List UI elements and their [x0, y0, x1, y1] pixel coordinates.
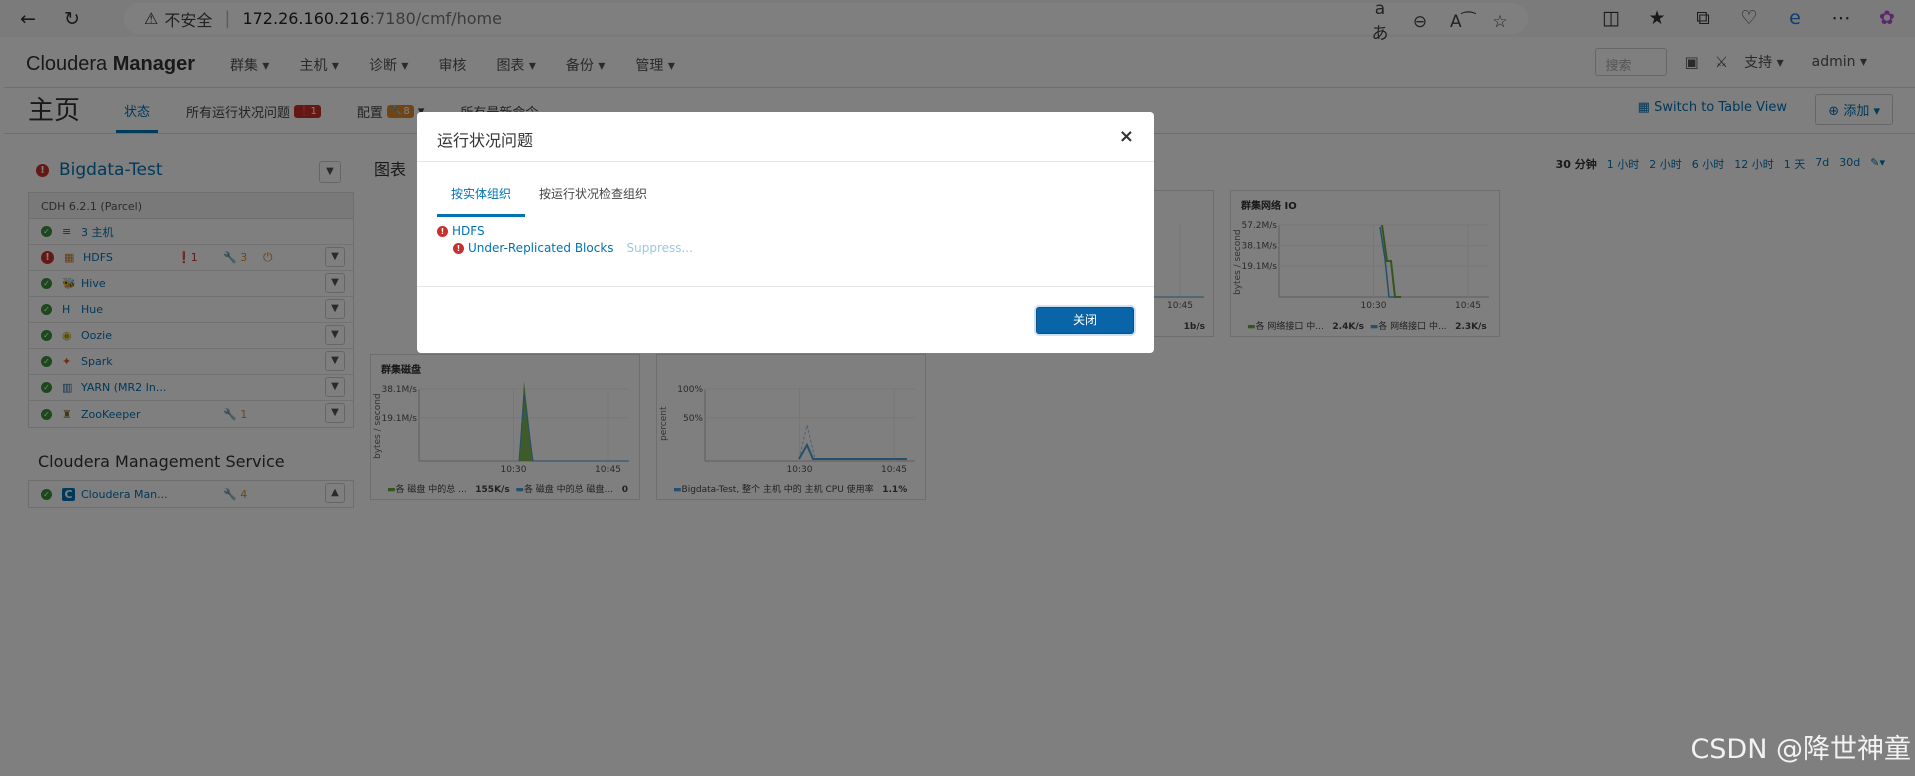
close-icon[interactable]: ×: [1119, 126, 1134, 147]
issue-row: ! Under-Replicated Blocks Suppress...: [453, 241, 693, 255]
error-icon: !: [437, 225, 448, 237]
tab-by-health-check[interactable]: 按运行状况检查组织: [525, 185, 661, 217]
dialog-title: 运行状况问题: [437, 131, 534, 150]
close-button[interactable]: 关闭: [1036, 307, 1134, 334]
tab-by-entity[interactable]: 按实体组织: [437, 185, 526, 217]
watermark: CSDN @降世神童: [1690, 734, 1911, 765]
dialog-header: 运行状况问题 ×: [417, 112, 1154, 162]
entity-link-hdfs[interactable]: HDFS: [452, 224, 485, 238]
dialog-tabs: 按实体组织 按运行状况检查组织: [437, 185, 661, 217]
dialog-footer: 关闭: [417, 286, 1154, 353]
issue-link[interactable]: Under-Replicated Blocks: [468, 241, 614, 255]
entity-row: ! HDFS: [437, 224, 485, 238]
suppress-link[interactable]: Suppress...: [627, 241, 693, 255]
error-icon: !: [453, 242, 464, 254]
health-issues-dialog: 运行状况问题 × 按实体组织 按运行状况检查组织 ! HDFS ! Under-…: [417, 112, 1154, 353]
